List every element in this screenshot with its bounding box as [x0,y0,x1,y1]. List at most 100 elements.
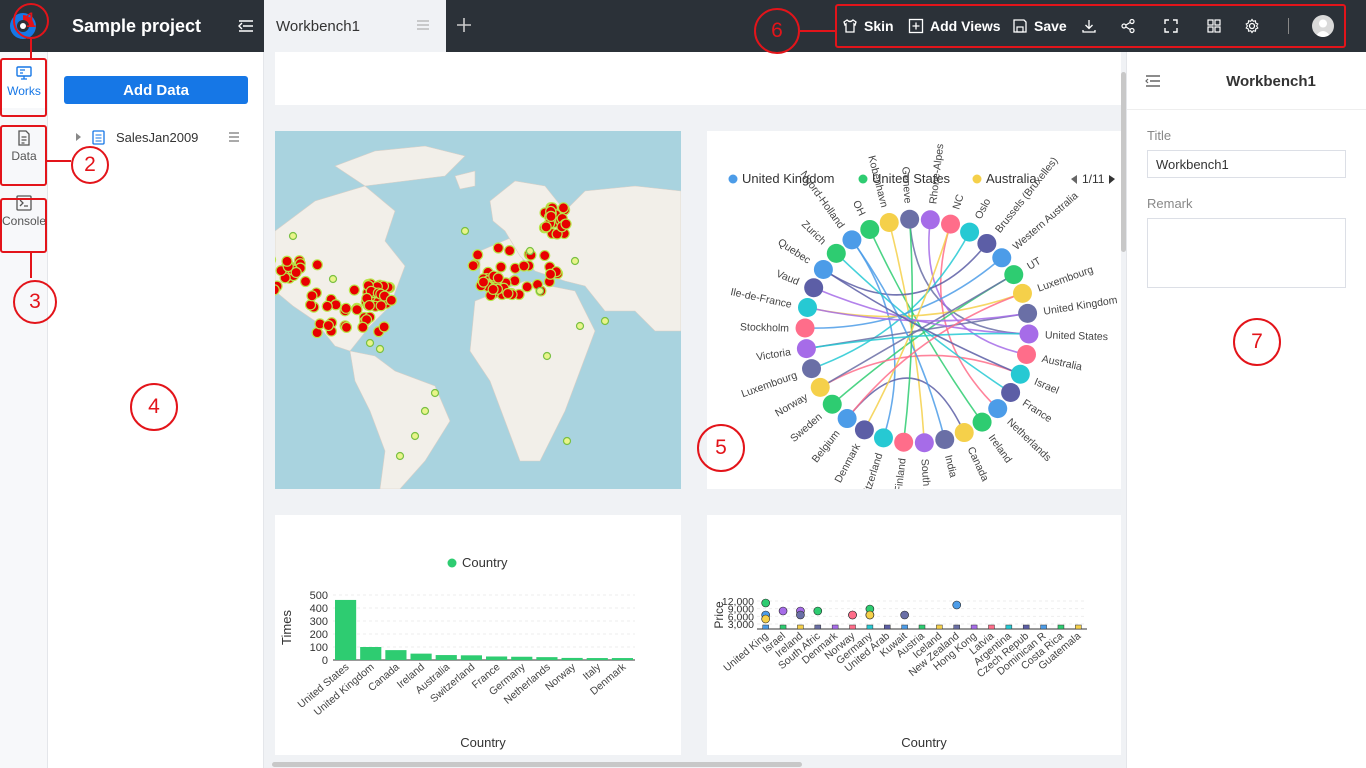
box [936,624,943,630]
map-chart[interactable] [275,131,681,489]
bar [335,599,357,660]
plus-icon[interactable] [454,15,474,35]
chord-node [992,248,1012,268]
box [831,624,839,630]
nav-console[interactable]: Console [1,188,47,238]
download-icon[interactable] [1081,18,1097,34]
location-point [321,300,333,312]
fullscreen-icon[interactable] [1163,18,1179,34]
tab-workbench1[interactable]: Workbench1 [264,0,446,52]
chord-node [954,423,974,443]
chord-node-label: UT [1025,255,1044,273]
remark-input[interactable] [1147,218,1346,288]
toolbar-divider [1288,18,1289,34]
nav-works-label: Works [7,84,41,98]
workbench-canvas: United Kingdom United States Australia 1/11… [264,52,1126,768]
tab-menu-icon[interactable] [416,18,430,32]
box [762,624,769,630]
chord-node [810,377,830,397]
outlier-point [778,606,788,616]
location-point [492,242,504,254]
chord-node [972,412,992,432]
collapse-menu-icon[interactable] [236,16,256,36]
share-icon[interactable] [1120,18,1136,34]
skin-label: Skin [864,18,894,34]
y-tick-label: 0 [322,655,328,667]
add-views-label: Add Views [930,18,1001,34]
chord-node [822,394,842,414]
expand-arrow-icon[interactable] [76,133,81,141]
y-tick-label: 500 [310,590,328,602]
remark-label: Remark [1147,196,1193,211]
location-point [521,281,533,293]
x-axis-label: Country [460,735,506,750]
menu-icon[interactable] [228,131,240,143]
chord-node [900,209,920,229]
nav-data[interactable]: Data [1,123,47,173]
dataset-item[interactable]: SalesJan2009 [70,128,250,148]
nav-works[interactable]: Works [1,58,47,108]
location-point [420,406,430,416]
grid-icon[interactable] [1206,18,1222,34]
y-tick-label: 300 [310,616,328,628]
table-file-icon [92,130,105,145]
location-point [328,274,338,284]
save-button[interactable]: Save [1012,16,1067,36]
chord-node [1017,345,1037,365]
location-point [275,284,280,296]
chord-node [1019,324,1039,344]
outlier-point [900,610,909,620]
skin-button[interactable]: Skin [842,16,894,36]
gear-icon[interactable] [1244,18,1260,34]
outlier-point [761,614,770,624]
location-point [525,246,535,256]
terminal-icon [16,195,32,211]
chord-node [842,230,862,250]
location-point [544,268,557,280]
chord-link [806,332,1029,350]
bar-svg: Country5004003002001000United StatesUnit… [279,555,635,750]
bar-chart[interactable]: Country 500 400 300 200 100 0 United States Unit… [275,515,681,755]
add-square-icon [908,18,924,34]
location-point [290,266,302,279]
add-views-button[interactable]: Add Views [908,16,1001,36]
chord-node-label: Oslo [973,196,994,221]
box [901,624,908,630]
location-point [304,299,317,311]
bar [536,657,558,660]
location-point [340,321,353,333]
chord-node [920,210,940,230]
chord-node [914,433,934,453]
location-point [540,221,552,233]
chord-node [802,359,822,379]
location-point [460,226,470,236]
user-avatar-icon[interactable] [1312,15,1334,37]
chord-node-label: Geneve [899,166,913,204]
chord-node [960,222,980,242]
y-tick-label: 100 [310,642,328,654]
location-point [560,218,572,230]
outlier-point [813,606,823,616]
monitor-icon [16,66,32,80]
legend-dot [858,174,868,184]
chord-node-label: Israel [1032,376,1060,397]
shirt-icon [843,19,857,33]
horizontal-scrollbar[interactable] [272,762,802,767]
app-logo[interactable] [8,11,38,41]
chord-node-label: Finland [893,457,909,489]
chord-node-label: Switzerland [858,451,886,489]
add-data-button[interactable]: Add Data [64,76,248,104]
box [814,624,822,630]
location-point [518,260,530,272]
chord-chart[interactable]: United Kingdom United States Australia 1/11… [707,131,1121,489]
box-chart[interactable]: 12,000 9,000 6,000 3,000 United King Israel Ir… [707,515,1121,755]
location-point [542,351,552,361]
location-point [487,283,499,296]
chord-node [797,297,817,317]
chord-node-label: Belgium [810,428,843,465]
title-label: Title [1147,128,1172,143]
box [1022,624,1030,630]
x-axis-label: Country [901,735,947,750]
title-input[interactable] [1147,150,1346,178]
legend-dot [972,174,982,184]
